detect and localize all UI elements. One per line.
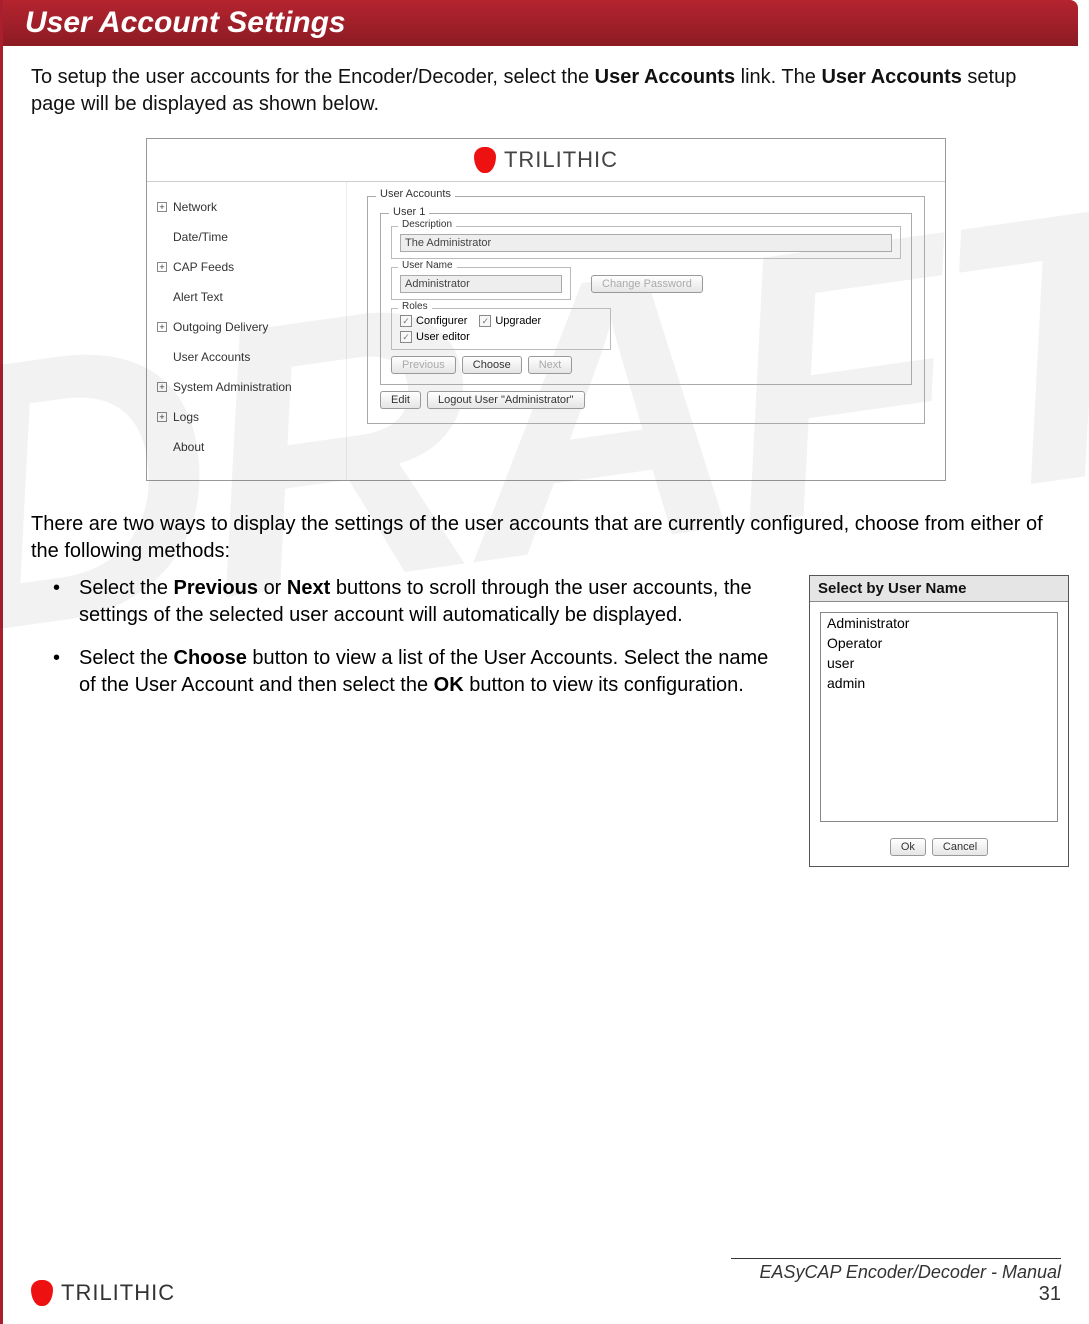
role-upgrader[interactable]: ✓Upgrader	[479, 315, 541, 327]
nav-logs[interactable]: +Logs	[157, 406, 336, 436]
app-header: TRILITHIC	[147, 139, 945, 182]
panel-title: User Accounts	[376, 188, 455, 200]
select-by-username-dialog: Select by User Name Administrator Operat…	[809, 575, 1069, 867]
nav-alerttext[interactable]: +Alert Text	[157, 286, 336, 316]
nav-datetime[interactable]: +Date/Time	[157, 226, 336, 256]
username-group: User Name	[391, 267, 571, 300]
nav-network[interactable]: +Network	[157, 196, 336, 226]
ok-button[interactable]: Ok	[890, 838, 926, 856]
checkbox-icon: ✓	[400, 331, 412, 343]
nav-outgoing[interactable]: +Outgoing Delivery	[157, 316, 336, 346]
list-item[interactable]: Operator	[821, 633, 1057, 653]
user-title: User 1	[389, 206, 429, 218]
text: To setup the user accounts for the Encod…	[31, 66, 595, 88]
username-input[interactable]	[400, 275, 562, 293]
shield-icon	[31, 1280, 53, 1306]
checkbox-icon: ✓	[479, 315, 491, 327]
shield-icon	[474, 147, 496, 173]
edit-button[interactable]: Edit	[380, 391, 421, 409]
page-footer: TRILITHIC EASyCAP Encoder/Decoder - Manu…	[3, 1258, 1089, 1306]
nav-useraccounts[interactable]: +User Accounts	[157, 346, 336, 376]
section-header: User Account Settings	[3, 0, 1078, 46]
expand-icon[interactable]: +	[157, 202, 167, 212]
paragraph-two: There are two ways to display the settin…	[3, 501, 1089, 575]
username-label: User Name	[398, 260, 457, 271]
brand-text: TRILITHIC	[504, 147, 618, 173]
description-group: Description	[391, 226, 901, 259]
user-fieldset: User 1 Description User Name Change Pass…	[380, 213, 912, 385]
bullet-1: Select the Previous or Next buttons to s…	[53, 575, 789, 629]
list-item[interactable]: admin	[821, 673, 1057, 693]
app-screenshot: TRILITHIC +Network +Date/Time +CAP Feeds…	[146, 138, 946, 481]
footer-manual-title: EASyCAP Encoder/Decoder - Manual	[731, 1262, 1061, 1283]
next-button[interactable]: Next	[528, 356, 573, 374]
list-item[interactable]: Administrator	[821, 613, 1057, 633]
description-input[interactable]	[400, 234, 892, 252]
footer-brand: TRILITHIC	[61, 1280, 175, 1306]
description-label: Description	[398, 219, 456, 230]
nav-capfeeds[interactable]: +CAP Feeds	[157, 256, 336, 286]
expand-icon[interactable]: +	[157, 262, 167, 272]
role-configurer[interactable]: ✓Configurer	[400, 315, 467, 327]
link-useraccounts2: User Accounts	[821, 66, 961, 88]
checkbox-icon: ✓	[400, 315, 412, 327]
page-number: 31	[731, 1283, 1061, 1306]
nav-about[interactable]: +About	[157, 436, 336, 466]
list-item[interactable]: user	[821, 653, 1057, 673]
roles-group: Roles ✓Configurer ✓Upgrader ✓User editor	[391, 308, 611, 350]
bullet-2: Select the Choose button to view a list …	[53, 645, 789, 699]
nav-sysadmin[interactable]: +System Administration	[157, 376, 336, 406]
intro-paragraph: To setup the user accounts for the Encod…	[3, 46, 1089, 128]
expand-icon[interactable]: +	[157, 322, 167, 332]
expand-icon[interactable]: +	[157, 412, 167, 422]
footer-logo: TRILITHIC	[31, 1280, 175, 1306]
user-list[interactable]: Administrator Operator user admin	[820, 612, 1058, 822]
bullet-list: Select the Previous or Next buttons to s…	[53, 575, 789, 867]
logout-user-button[interactable]: Logout User "Administrator"	[427, 391, 585, 409]
roles-label: Roles	[398, 301, 432, 312]
dialog-title: Select by User Name	[810, 576, 1068, 602]
choose-button[interactable]: Choose	[462, 356, 522, 374]
side-nav: +Network +Date/Time +CAP Feeds +Alert Te…	[147, 182, 347, 480]
change-password-button[interactable]: Change Password	[591, 275, 703, 293]
text: link. The	[741, 66, 822, 88]
link-useraccounts: User Accounts	[595, 66, 735, 88]
role-usereditor[interactable]: ✓User editor	[400, 331, 602, 343]
cancel-button[interactable]: Cancel	[932, 838, 988, 856]
content-pane: User Accounts User 1 Description User Na…	[347, 182, 945, 480]
expand-icon[interactable]: +	[157, 382, 167, 392]
previous-button[interactable]: Previous	[391, 356, 456, 374]
user-accounts-panel: User Accounts User 1 Description User Na…	[367, 196, 925, 424]
